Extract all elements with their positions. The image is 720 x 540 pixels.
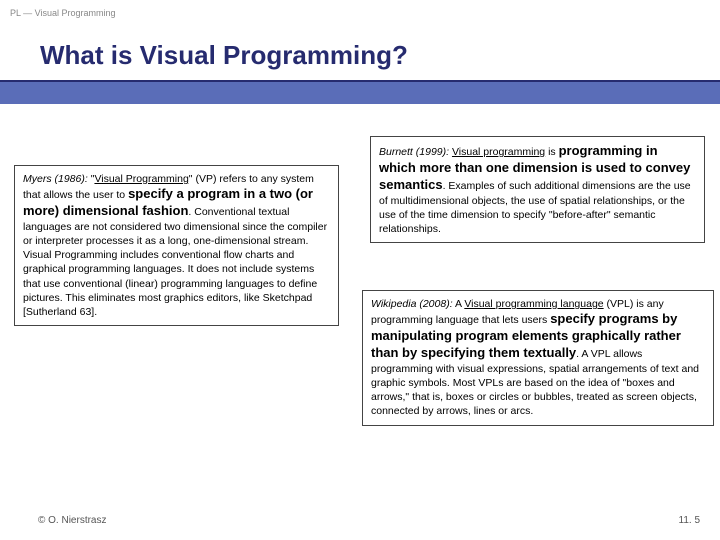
text: A xyxy=(453,298,465,310)
definition-box-burnett: Burnett (1999): Visual programming is pr… xyxy=(370,136,705,243)
term-underline: Visual programming language xyxy=(464,298,603,310)
footer-page-number: 11. 5 xyxy=(679,515,701,526)
source-label: Burnett (1999): xyxy=(379,146,449,158)
definition-box-myers: Myers (1986): "Visual Programming" (VP) … xyxy=(14,165,339,326)
title-bar xyxy=(0,82,720,104)
text: . Conventional textual languages are not… xyxy=(23,206,327,318)
definition-box-wikipedia: Wikipedia (2008): A Visual programming l… xyxy=(362,290,714,426)
source-label: Wikipedia (2008): xyxy=(371,298,453,310)
term-underline: Visual programming xyxy=(452,146,545,158)
footer-copyright: © O. Nierstrasz xyxy=(38,515,107,526)
page-title: What is Visual Programming? xyxy=(40,40,408,71)
header-label: PL — Visual Programming xyxy=(10,8,116,18)
term-underline: Visual Programming xyxy=(94,173,188,185)
text: is xyxy=(545,146,558,158)
source-label: Myers (1986): xyxy=(23,173,88,185)
